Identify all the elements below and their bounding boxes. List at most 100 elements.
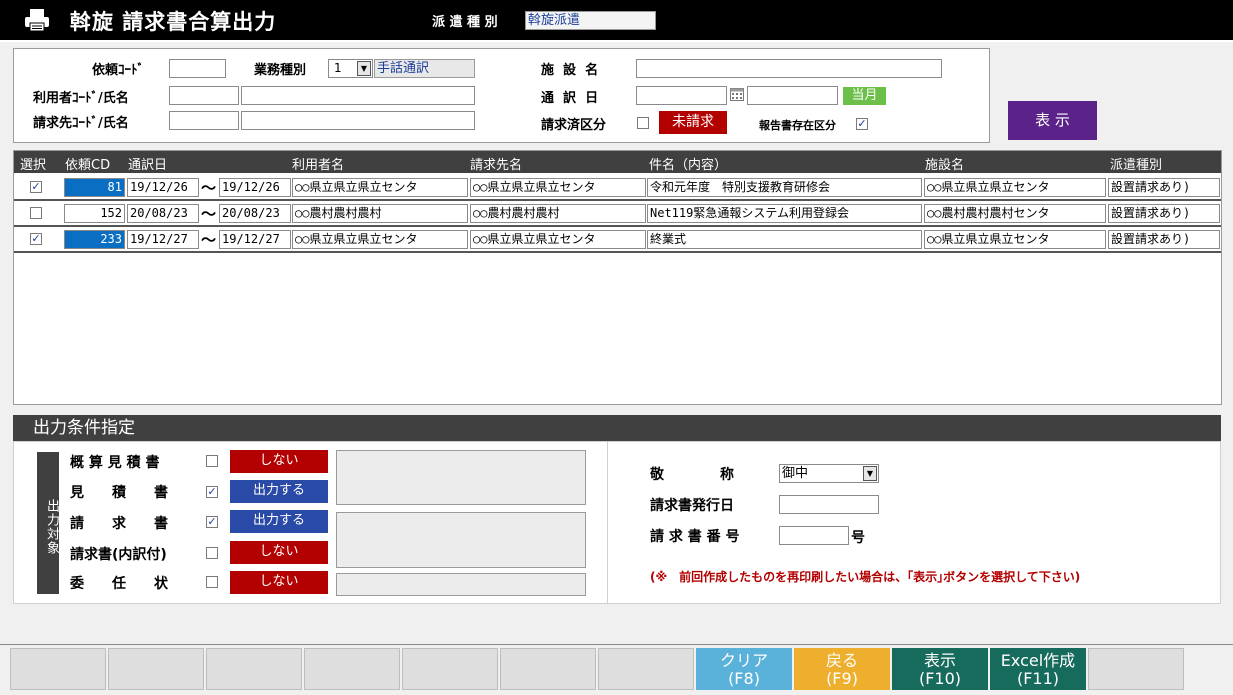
grid-header: 選択 依頼CD 通訳日 利用者名 請求先名 件名（内容） 施設名 派遣種別 [14,151,1221,173]
honorific-select[interactable]: 御中 ▼ [779,464,879,483]
chevron-down-icon[interactable]: ▼ [357,61,371,76]
estimate-toggle-button[interactable]: 出力する [230,480,328,503]
dispatch-type-field[interactable]: 斡旋派遣 [525,11,656,30]
output-item-label: 請 求 書 [70,516,168,532]
billing-name-cell: ○○県立県立県立センタ [470,178,646,197]
back-button[interactable]: 戻る (F9) [794,648,890,690]
back-button-label: 戻る [825,651,858,670]
date-to-cell: 20/08/23 [219,204,291,223]
table-row[interactable]: 152 20/08/23 〜 20/08/23 ○○農村農村農村 ○○農村農村農… [14,201,1221,227]
title-bar: 斡旋 請求書合算出力 派 遣 種 別 斡旋派遣 [0,0,1233,42]
calendar-icon[interactable] [730,87,745,102]
output-item-label: 見 積 書 [70,485,168,501]
facility-input[interactable] [636,59,942,78]
row-select-checkbox[interactable] [30,207,42,219]
dispatch-type-cell: 設置請求あり) [1108,178,1220,197]
billing-name-cell: ○○県立県立県立センタ [470,230,646,249]
power-of-attorney-toggle-button[interactable]: しない [230,571,328,594]
billing-code-input[interactable] [169,111,239,130]
output-item-label: 請求書(内訳付) [70,547,167,563]
request-cd-cell: 81 [64,178,125,197]
estimate-rough-toggle-button[interactable]: しない [230,450,328,473]
function-key-f1[interactable] [10,648,106,690]
invoice-detail-checkbox[interactable] [206,547,218,559]
date-to-input[interactable] [747,86,838,105]
billing-name-input[interactable] [241,111,475,130]
function-key-f4[interactable] [304,648,400,690]
dispatch-type-label: 派 遣 種 別 [432,15,498,30]
billed-status-checkbox[interactable] [637,117,649,129]
dispatch-type-cell: 設置請求あり) [1108,230,1220,249]
output-item-label: 概 算 見 積 書 [70,455,160,471]
function-key-f6[interactable] [500,648,596,690]
function-key-f7[interactable] [598,648,694,690]
clear-button-label: クリア [719,651,768,670]
billing-name-cell: ○○農村農村農村 [470,204,646,223]
search-panel: 依頼ｺｰﾄﾞ 業務種別 1 ▼ 手話通訳 利用者ｺｰﾄﾞ/氏名 請求先ｺｰﾄﾞ/… [13,48,990,143]
display-function-label: 表示 [923,651,956,670]
clear-button-key: (F8) [728,669,760,688]
facility-cell: ○○農村農村農村センタ [924,204,1106,223]
request-code-input[interactable] [169,59,226,78]
attorney-note-box[interactable] [336,573,586,596]
row-select-checkbox[interactable]: ✓ [30,181,42,193]
invoice-checkbox[interactable]: ✓ [206,516,218,528]
estimate-checkbox[interactable]: ✓ [206,486,218,498]
col-billing-name: 請求先名 [470,158,523,173]
user-name-input[interactable] [241,86,475,105]
estimate-rough-checkbox[interactable] [206,455,218,467]
power-of-attorney-checkbox[interactable] [206,576,218,588]
reprint-note: (※ 前回作成したものを再印刷したい場合は、｢表示｣ボタンを選択して下さい) [650,570,1081,584]
row-select-checkbox[interactable]: ✓ [30,233,42,245]
output-conditions-title: 出力条件指定 [33,418,135,438]
business-type-code: 1 [334,61,342,75]
subject-cell: 終業式 [647,230,922,249]
interpretation-date-label: 通 訳 日 [541,91,599,106]
date-range-separator: 〜 [201,231,217,249]
current-month-button[interactable]: 当月 [843,87,886,105]
panel-divider [607,442,608,603]
invoice-number-suffix: 号 [851,530,865,546]
col-select: 選択 [20,158,47,173]
unbilled-button[interactable]: 未請求 [659,111,727,134]
invoice-number-input[interactable] [779,526,849,545]
clear-button[interactable]: クリア (F8) [696,648,792,690]
invoice-number-label: 請 求 書 番 号 [650,529,740,545]
facility-label: 施 設 名 [541,63,599,78]
function-key-f2[interactable] [108,648,204,690]
display-button[interactable]: 表 示 [1008,101,1097,140]
report-exists-checkbox[interactable]: ✓ [856,118,868,130]
col-request-cd: 依頼CD [65,158,111,173]
excel-export-label: Excel作成 [1000,651,1076,670]
estimate-note-box[interactable] [336,450,586,505]
report-exists-label: 報告書存在区分 [759,119,836,132]
invoice-toggle-button[interactable]: 出力する [230,510,328,533]
date-from-cell: 19/12/27 [127,230,199,249]
excel-export-button[interactable]: Excel作成 (F11) [990,648,1086,690]
display-function-button[interactable]: 表示 (F10) [892,648,988,690]
function-key-f12[interactable] [1088,648,1184,690]
user-code-input[interactable] [169,86,239,105]
col-facility: 施設名 [925,158,965,173]
business-type-name: 手話通訳 [374,59,475,78]
date-to-cell: 19/12/26 [219,178,291,197]
business-type-select[interactable]: 1 ▼ [328,59,373,78]
display-function-key: (F10) [918,669,962,688]
back-button-key: (F9) [826,669,858,688]
invoice-note-box[interactable] [336,512,586,568]
issue-date-input[interactable] [779,495,879,514]
table-row[interactable]: ✓ 233 19/12/27 〜 19/12/27 ○○県立県立県立センタ ○○… [14,227,1221,253]
output-target-label: 出力対象 [37,452,59,594]
function-key-f5[interactable] [402,648,498,690]
user-code-name-label: 利用者ｺｰﾄﾞ/氏名 [33,91,129,106]
col-interpretation-date: 通訳日 [128,158,168,173]
honorific-value: 御中 [782,466,809,481]
request-code-label: 依頼ｺｰﾄﾞ [92,63,145,78]
col-user-name: 利用者名 [292,158,345,173]
invoice-detail-toggle-button[interactable]: しない [230,541,328,564]
function-key-f3[interactable] [206,648,302,690]
table-row[interactable]: ✓ 81 19/12/26 〜 19/12/26 ○○県立県立県立センタ ○○県… [14,175,1221,201]
chevron-down-icon[interactable]: ▼ [863,466,877,481]
facility-cell: ○○県立県立県立センタ [924,230,1106,249]
date-from-input[interactable] [636,86,727,105]
